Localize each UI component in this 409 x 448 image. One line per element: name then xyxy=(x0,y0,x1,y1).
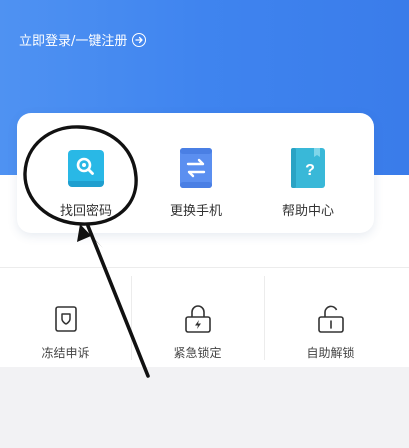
shield-icon xyxy=(54,304,78,334)
emergency-lock-button[interactable]: 紧急锁定 xyxy=(132,268,263,368)
emergency-lock-label: 紧急锁定 xyxy=(173,346,222,360)
search-card-icon xyxy=(67,147,105,189)
login-register-link[interactable]: 立即登录/一键注册 xyxy=(19,30,147,49)
help-center-button[interactable]: ? 帮助中心 xyxy=(253,113,363,233)
change-phone-button[interactable]: 更换手机 xyxy=(141,113,251,233)
recover-password-button[interactable]: 找回密码 xyxy=(31,113,141,233)
recover-password-label: 找回密码 xyxy=(59,204,112,219)
login-register-label: 立即登录/一键注册 xyxy=(19,34,128,49)
swap-phone-icon xyxy=(179,147,213,189)
quick-actions-card: 找回密码 更换手机 ? 帮助中心 xyxy=(17,113,374,233)
svg-text:?: ? xyxy=(305,162,315,179)
freeze-appeal-label: 冻结申诉 xyxy=(41,346,90,360)
self-unlock-label: 自助解锁 xyxy=(306,346,355,360)
self-unlock-button[interactable]: 自助解锁 xyxy=(265,268,396,368)
lock-bolt-icon xyxy=(184,304,212,334)
help-book-icon: ? xyxy=(290,147,326,189)
help-center-label: 帮助中心 xyxy=(281,204,334,219)
arrow-right-circle-icon xyxy=(132,32,147,47)
unlock-icon xyxy=(317,304,345,334)
freeze-appeal-button[interactable]: 冻结申诉 xyxy=(0,268,131,368)
change-phone-label: 更换手机 xyxy=(169,204,222,219)
security-services-row: 冻结申诉 紧急锁定 自助解锁 xyxy=(0,267,409,367)
